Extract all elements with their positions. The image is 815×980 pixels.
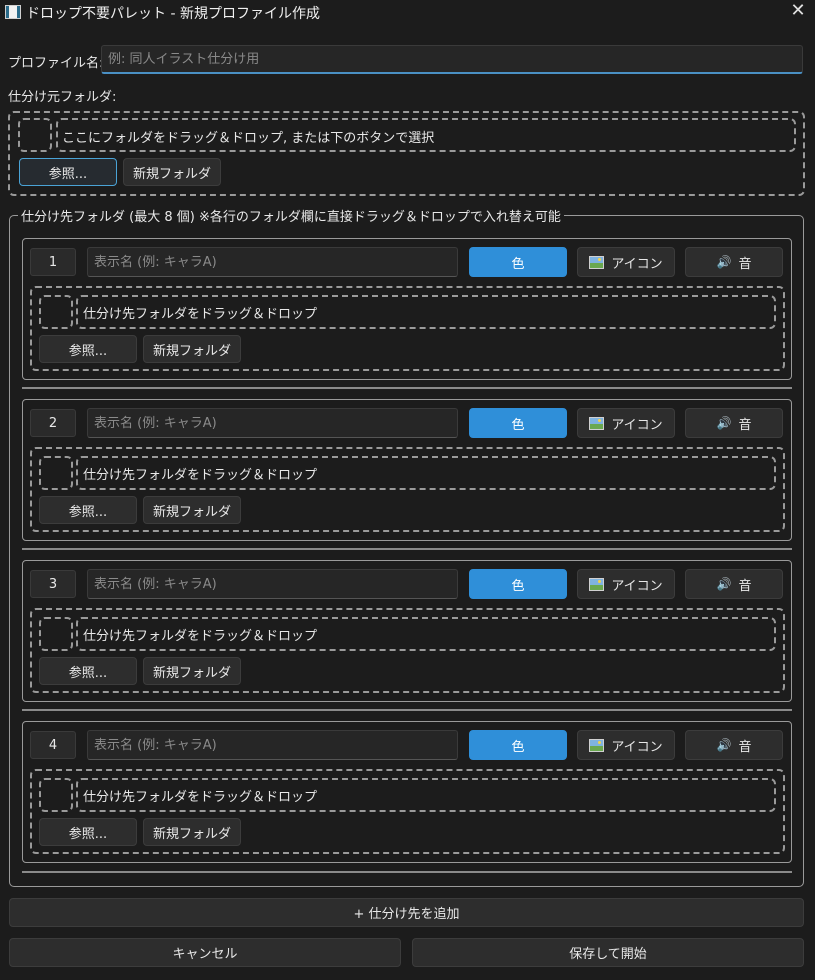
new-folder-button[interactable]: 新規フォルダ [143, 335, 241, 363]
source-folder-icon-slot [18, 118, 52, 152]
image-icon [589, 738, 605, 752]
sound-button[interactable]: 🔊 音 [685, 408, 783, 438]
browse-button[interactable]: 参照... [39, 335, 137, 363]
profile-name-input[interactable] [101, 45, 803, 74]
color-button[interactable]: 色 [469, 408, 567, 438]
add-destination-button[interactable]: + 仕分け先を追加 [9, 898, 804, 927]
icon-button[interactable]: アイコン [577, 730, 675, 760]
new-folder-button[interactable]: 新規フォルダ [143, 818, 241, 846]
source-new-folder-button[interactable]: 新規フォルダ [123, 158, 221, 186]
icon-button[interactable]: アイコン [577, 247, 675, 277]
destination-drop-text: 仕分け先フォルダをドラッグ＆ドロップ [83, 468, 318, 483]
speaker-icon: 🔊 [716, 577, 732, 591]
destination-row: 1 色 アイコン 🔊音 仕分け先フォルダをドラッグ＆ドロップ 参照... 新規フ… [22, 238, 792, 380]
destination-row: 4 色 アイコン 🔊音 仕分け先フォルダをドラッグ＆ドロップ 参照... 新規フ… [22, 721, 792, 863]
window-title: ドロップ不要パレット - 新規プロファイル作成 [26, 6, 320, 22]
display-name-input[interactable] [87, 247, 458, 277]
row-number: 3 [30, 570, 76, 598]
close-icon[interactable]: ✕ [788, 1, 808, 21]
sound-button[interactable]: 🔊 音 [685, 730, 783, 760]
speaker-icon: 🔊 [716, 255, 732, 269]
icon-button-label: アイコン [611, 578, 663, 594]
new-folder-button[interactable]: 新規フォルダ [143, 496, 241, 524]
app-icon [5, 5, 21, 19]
folder-icon-slot [39, 456, 73, 490]
source-browse-button[interactable]: 参照... [19, 158, 117, 186]
sound-button[interactable]: 🔊 音 [685, 247, 783, 277]
destination-row: 2 色 アイコン 🔊音 仕分け先フォルダをドラッグ＆ドロップ 参照... 新規フ… [22, 399, 792, 541]
speaker-icon: 🔊 [716, 738, 732, 752]
save-and-start-button[interactable]: 保存して開始 [412, 938, 804, 967]
folder-icon-slot [39, 295, 73, 329]
destination-row: 3 色 アイコン 🔊音 仕分け先フォルダをドラッグ＆ドロップ 参照... 新規フ… [22, 560, 792, 702]
browse-button[interactable]: 参照... [39, 657, 137, 685]
sound-button-label: 音 [738, 417, 752, 433]
icon-button[interactable]: アイコン [577, 569, 675, 599]
folder-icon-slot [39, 617, 73, 651]
display-name-input[interactable] [87, 569, 458, 599]
destination-drop-text: 仕分け先フォルダをドラッグ＆ドロップ [83, 790, 318, 805]
row-number: 1 [30, 248, 76, 276]
color-button[interactable]: 色 [469, 730, 567, 760]
row-divider [22, 871, 792, 873]
sound-button-label: 音 [738, 256, 752, 272]
icon-button-label: アイコン [611, 739, 663, 755]
display-name-input[interactable] [87, 408, 458, 438]
destinations-legend: 仕分け先フォルダ (最大 8 個) ※各行のフォルダ欄に直接ドラッグ＆ドロップで… [18, 206, 564, 225]
sound-button-label: 音 [738, 578, 752, 594]
color-button[interactable]: 色 [469, 569, 567, 599]
display-name-input[interactable] [87, 730, 458, 760]
source-folder-label: 仕分け元フォルダ: [8, 90, 117, 105]
row-number: 4 [30, 731, 76, 759]
sound-button-label: 音 [738, 739, 752, 755]
folder-icon-slot [39, 778, 73, 812]
speaker-icon: 🔊 [716, 416, 732, 430]
cancel-button[interactable]: キャンセル [9, 938, 401, 967]
icon-button-label: アイコン [611, 256, 663, 272]
icon-button-label: アイコン [611, 417, 663, 433]
color-button[interactable]: 色 [469, 247, 567, 277]
image-icon [589, 416, 605, 430]
destination-drop-text: 仕分け先フォルダをドラッグ＆ドロップ [83, 629, 318, 644]
new-folder-button[interactable]: 新規フォルダ [143, 657, 241, 685]
title-bar: ドロップ不要パレット - 新規プロファイル作成 ✕ [0, 0, 815, 24]
sound-button[interactable]: 🔊 音 [685, 569, 783, 599]
row-divider [22, 387, 792, 389]
browse-button[interactable]: 参照... [39, 496, 137, 524]
browse-button[interactable]: 参照... [39, 818, 137, 846]
row-number: 2 [30, 409, 76, 437]
image-icon [589, 577, 605, 591]
destination-drop-text: 仕分け先フォルダをドラッグ＆ドロップ [83, 307, 318, 322]
profile-name-label: プロファイル名: [8, 56, 104, 71]
source-drop-text: ここにフォルダをドラッグ＆ドロップ, または下のボタンで選択 [62, 131, 435, 146]
row-divider [22, 548, 792, 550]
row-divider [22, 709, 792, 711]
image-icon [589, 255, 605, 269]
icon-button[interactable]: アイコン [577, 408, 675, 438]
